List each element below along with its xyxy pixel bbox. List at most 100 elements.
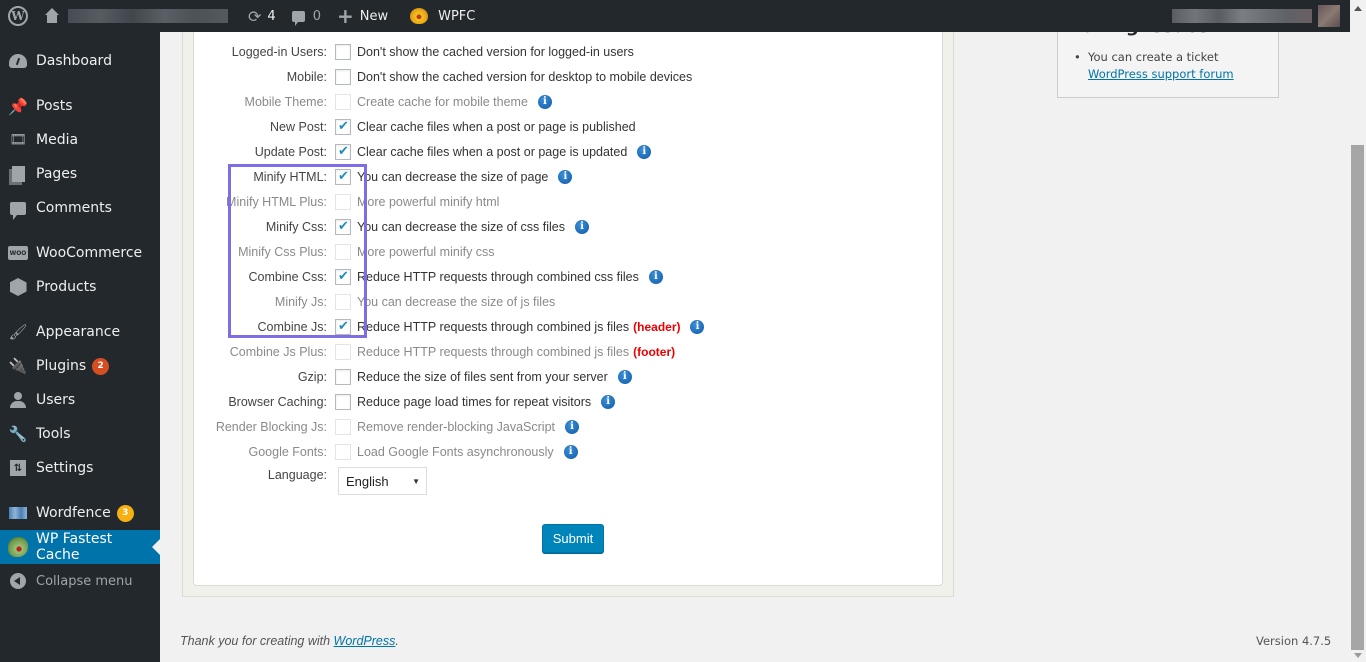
sidebar-item-products[interactable]: Products	[0, 270, 160, 304]
wordpress-link[interactable]: WordPress	[334, 634, 396, 648]
user-name-blurred	[1172, 9, 1312, 23]
sidebar-item-dashboard[interactable]: Dashboard	[0, 44, 160, 78]
setting-row-update-post: Update Post: Clear cache files when a pos…	[193, 141, 933, 163]
comments-menu[interactable]: 0	[284, 0, 329, 32]
info-icon[interactable]: i	[617, 370, 632, 384]
setting-label: Render Blocking Js:	[215, 420, 327, 434]
logged-in-users-checkbox[interactable]	[335, 44, 351, 60]
annotation-highlight-box	[228, 164, 367, 338]
update-count-badge: 3	[116, 504, 134, 522]
info-icon[interactable]: i	[563, 445, 578, 459]
dropdown-arrow-icon: ▼	[412, 477, 420, 486]
user-icon	[8, 390, 28, 410]
sidebar-item-label: Wordfence	[36, 505, 111, 521]
plug-icon: 🔌	[8, 356, 28, 376]
sidebar-item-tools[interactable]: 🔧 Tools	[0, 417, 160, 451]
sidebar-item-settings[interactable]: ⇅ Settings	[0, 451, 160, 485]
language-label: Language:	[267, 468, 327, 482]
setting-description: You can decrease the size of page	[357, 170, 549, 184]
sidebar-item-collapse-menu[interactable]: Collapse menu	[0, 564, 160, 598]
comments-icon-glyph	[10, 201, 26, 220]
setting-description: Don't show the cached version for deskto…	[357, 70, 693, 84]
info-icon[interactable]: i	[601, 395, 616, 409]
scrollbar-thumb[interactable]	[1351, 145, 1364, 650]
browser-caching-checkbox[interactable]	[335, 394, 351, 410]
gzip-checkbox[interactable]	[335, 369, 351, 385]
wrench-icon-glyph: 🔧	[8, 425, 28, 443]
site-name-menu[interactable]	[36, 0, 236, 32]
user-icon-glyph	[10, 392, 26, 408]
wordfence-icon-glyph	[9, 507, 27, 519]
setting-label: Gzip:	[297, 370, 327, 384]
comments-icon	[8, 198, 28, 220]
media-icon: 🎞	[8, 130, 28, 150]
updates-menu[interactable]: ⟳ 4	[240, 0, 284, 32]
info-icon[interactable]: i	[537, 95, 552, 109]
info-icon[interactable]: i	[648, 270, 663, 284]
setting-row-gzip: Gzip: Reduce the size of files sent from …	[193, 366, 933, 388]
scroll-down-arrow-icon[interactable]	[1354, 653, 1362, 658]
setting-row-new-post: New Post: Clear cache files when a post o…	[193, 116, 933, 138]
info-icon[interactable]: i	[558, 170, 573, 184]
settings-icon-glyph: ⇅	[10, 460, 26, 476]
support-forum-link[interactable]: WordPress support forum	[1088, 66, 1234, 83]
setting-label: Google Fonts:	[248, 445, 327, 459]
submit-button[interactable]: Submit	[542, 524, 604, 553]
setting-row-mobile: Mobile: Don't show the cached version for…	[193, 66, 933, 88]
sidebar-item-label: Collapse menu	[36, 573, 133, 589]
new-label: New	[359, 8, 389, 24]
sidebar-item-label: Tools	[36, 426, 71, 442]
new-post-checkbox[interactable]	[335, 118, 351, 135]
setting-description: Create cache for mobile theme	[357, 95, 528, 109]
new-content-menu[interactable]: + New	[329, 0, 396, 32]
pin-icon: 📌	[8, 96, 28, 116]
sidebar-item-pages[interactable]: Pages	[0, 157, 160, 191]
sidebar-item-woocommerce[interactable]: WOO WooCommerce	[0, 236, 160, 270]
wpfc-menu[interactable]: WPFC	[402, 0, 483, 32]
sidebar-item-plugins[interactable]: 🔌 Plugins 2	[0, 349, 160, 383]
wp-logo-menu[interactable]: W	[0, 0, 36, 32]
setting-row-google-fonts: Google Fonts: Load Google Fonts asynchron…	[193, 441, 933, 463]
render-blocking-js-checkbox	[335, 419, 351, 435]
setting-description: Reduce HTTP requests through combined js…	[357, 320, 630, 334]
setting-row-combine-js-plus: Combine Js Plus: Reduce HTTP requests thr…	[193, 341, 933, 363]
collapse-icon-glyph	[10, 573, 26, 589]
page-scrollbar[interactable]	[1350, 0, 1366, 662]
footer-thanks-prefix: Thank you for creating with	[180, 634, 334, 648]
help-item-text: You can create a ticket	[1088, 50, 1219, 64]
box-icon-glyph	[9, 278, 27, 296]
tiger-icon-glyph	[8, 537, 28, 557]
admin-sidebar: Dashboard 📌 Posts 🎞 Media Pages Comments WOO Woo…	[0, 32, 160, 662]
sidebar-item-label: Products	[36, 279, 97, 295]
language-select-value: English	[346, 473, 389, 489]
sidebar-item-label: Dashboard	[36, 53, 112, 69]
plus-icon: +	[336, 4, 354, 28]
sidebar-item-comments[interactable]: Comments	[0, 191, 160, 225]
wordpress-logo-icon: W	[8, 6, 28, 26]
my-account-menu[interactable]	[1172, 5, 1350, 27]
info-icon[interactable]: i	[690, 320, 705, 334]
setting-description: Reduce HTTP requests through combined js…	[357, 345, 630, 359]
sidebar-item-label: WooCommerce	[36, 245, 143, 261]
pages-icon-glyph	[11, 166, 25, 182]
info-icon[interactable]: i	[575, 220, 589, 234]
sidebar-item-users[interactable]: Users	[0, 383, 160, 417]
position-tag: (header)	[633, 320, 681, 334]
update-post-checkbox[interactable]	[335, 143, 351, 160]
updates-count: 4	[267, 8, 276, 24]
language-select[interactable]: English ▼	[338, 467, 427, 495]
sidebar-item-appearance[interactable]: 🖌 Appearance	[0, 315, 160, 349]
sidebar-item-posts[interactable]: 📌 Posts	[0, 89, 160, 123]
info-icon[interactable]: i	[565, 420, 580, 434]
sidebar-item-wordfence[interactable]: Wordfence 3	[0, 496, 160, 530]
sidebar-item-wp-fastest-cache[interactable]: WP Fastest Cache	[0, 530, 160, 564]
setting-description: Clear cache files when a post or page is…	[357, 120, 636, 134]
setting-description: Reduce the size of files sent from your …	[357, 370, 608, 384]
scroll-up-arrow-icon[interactable]	[1354, 6, 1362, 11]
comment-icon	[291, 10, 305, 26]
info-icon[interactable]: i	[637, 145, 652, 159]
sidebar-item-media[interactable]: 🎞 Media	[0, 123, 160, 157]
dashboard-icon-glyph	[9, 54, 27, 68]
tiger-icon	[8, 537, 28, 557]
mobile-checkbox[interactable]	[335, 69, 351, 85]
